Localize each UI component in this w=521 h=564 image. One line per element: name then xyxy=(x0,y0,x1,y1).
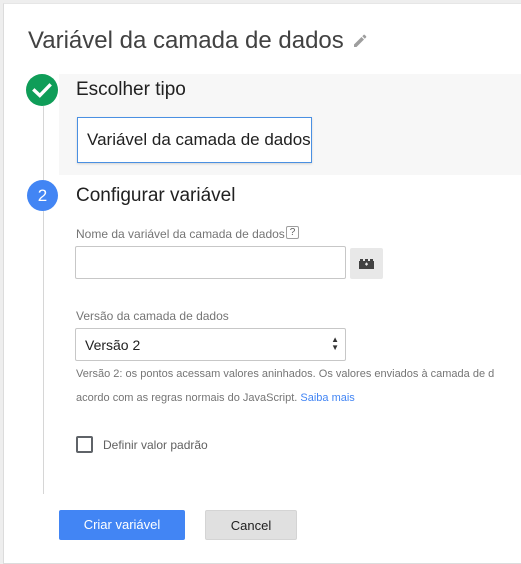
version-select[interactable]: Versão 2 ▲ ▼ xyxy=(75,328,346,361)
version-description-line2: acordo com as regras normais do JavaScri… xyxy=(76,392,355,404)
insert-variable-button[interactable] xyxy=(350,248,383,279)
variable-name-input[interactable] xyxy=(75,246,346,279)
check-icon xyxy=(32,83,52,98)
learn-more-link[interactable]: Saiba mais xyxy=(300,392,354,404)
pencil-icon[interactable] xyxy=(353,34,367,53)
step1-title: Escolher tipo xyxy=(76,79,186,100)
select-arrows-icon: ▲ ▼ xyxy=(331,335,339,352)
variable-name-label: Nome da variável da camada de dados xyxy=(76,227,285,241)
help-icon[interactable]: ? xyxy=(286,226,299,239)
variable-type-selector[interactable]: Variável da camada de dados xyxy=(77,117,312,163)
step1-complete-indicator xyxy=(26,74,58,106)
step2-number-badge: 2 xyxy=(27,180,58,211)
lego-brick-icon xyxy=(359,259,374,269)
version-select-value: Versão 2 xyxy=(85,337,141,353)
version-label: Versão da camada de dados xyxy=(76,309,229,323)
default-value-checkbox[interactable] xyxy=(76,436,93,453)
create-variable-button[interactable]: Criar variável xyxy=(59,510,185,540)
default-value-label: Definir valor padrão xyxy=(103,438,208,452)
cancel-button[interactable]: Cancel xyxy=(205,510,297,540)
page-title: Variável da camada de dados xyxy=(28,27,344,54)
version-description-line1: Versão 2: os pontos acessam valores anin… xyxy=(76,368,495,380)
stepper-line xyxy=(43,106,44,494)
step2-title: Configurar variável xyxy=(76,185,236,206)
